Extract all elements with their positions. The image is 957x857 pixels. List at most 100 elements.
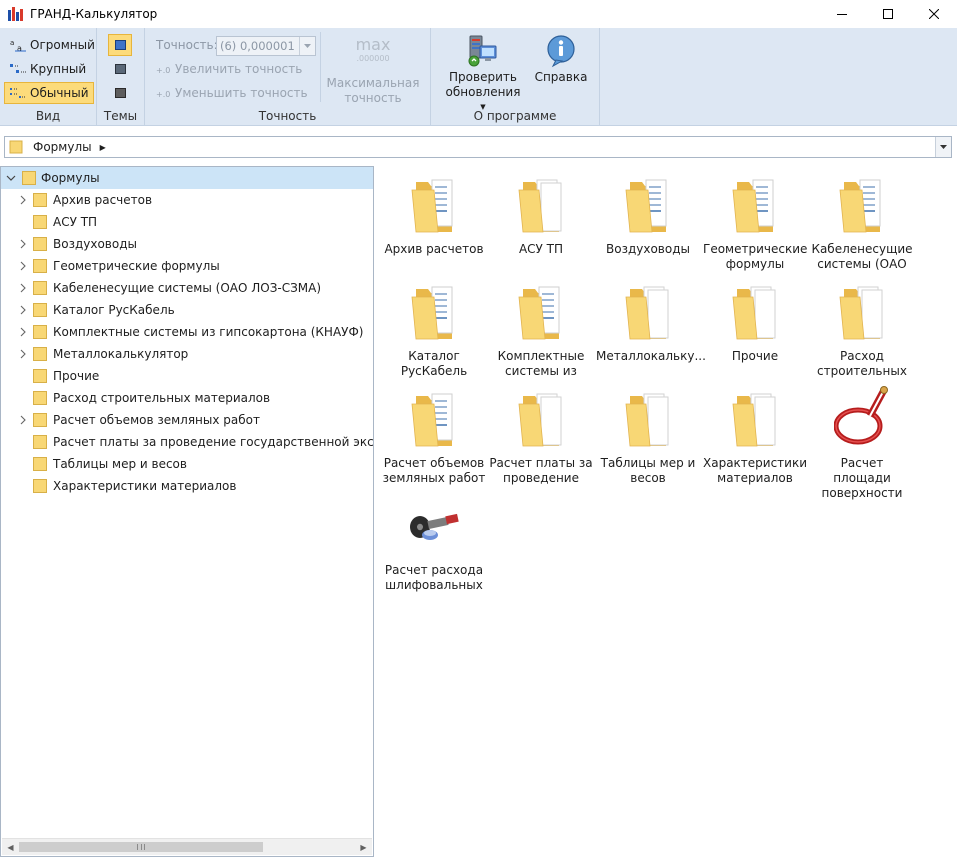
maximize-button[interactable]: [865, 0, 911, 28]
chevron-right-icon[interactable]: [17, 414, 29, 426]
window-title: ГРАНД-Калькулятор: [30, 7, 158, 21]
tree-item[interactable]: Расчет объемов земляных работ: [1, 409, 373, 431]
tree-item-label: Воздуховоды: [53, 237, 137, 251]
chevron-right-icon[interactable]: [17, 260, 29, 272]
grid-item[interactable]: Расход строительных: [810, 279, 914, 383]
address-bar[interactable]: Формулы ▶: [4, 136, 952, 158]
close-button[interactable]: [911, 0, 957, 28]
minimize-button[interactable]: [819, 0, 865, 28]
chevron-right-icon[interactable]: [17, 326, 29, 338]
grid-item-label: Расчет расхода шлифовальных: [382, 563, 486, 593]
tree-expander[interactable]: [17, 194, 29, 206]
grid-item[interactable]: Каталог РусКабель: [382, 279, 486, 383]
tree-expander[interactable]: [17, 348, 29, 360]
theme-1-button[interactable]: [108, 34, 132, 56]
grid-item[interactable]: Кабеленесущие системы (ОАО: [810, 172, 914, 276]
max-precision-button[interactable]: Максимальная точность: [325, 76, 421, 106]
grid-item-label-line1: Комплектные: [497, 349, 585, 363]
grid-item[interactable]: Воздуховоды: [596, 172, 700, 276]
chevron-right-icon[interactable]: [17, 304, 29, 316]
tree-item[interactable]: Расчет платы за проведение государственн…: [1, 431, 373, 453]
theme-3-button[interactable]: [108, 82, 132, 104]
tree-item[interactable]: Расход строительных материалов: [1, 387, 373, 409]
address-path[interactable]: Формулы: [33, 140, 92, 154]
check-updates-button[interactable]: Проверить обновления ▼: [443, 34, 523, 115]
tree-expander[interactable]: [5, 172, 17, 184]
precision-select[interactable]: (6) 0,000001: [216, 36, 316, 56]
grid-item-label: Кабеленесущие системы (ОАО: [810, 242, 914, 272]
view-huge-button[interactable]: a a Огромный: [4, 34, 100, 56]
tree-expander[interactable]: [17, 304, 29, 316]
help-button[interactable]: Справка: [529, 34, 593, 85]
folder-docs-icon: [625, 286, 669, 340]
folder-docs-icon: [518, 179, 562, 233]
grid-item-label-line1: Расчет площади: [833, 456, 891, 485]
folder-docs-icon: [732, 286, 776, 340]
grid-item-label-line1: Геометрические: [703, 242, 808, 256]
decrease-precision-button[interactable]: +.0 Уменьшить точность: [156, 86, 308, 100]
grid-item[interactable]: Расчет площади поверхности: [810, 386, 914, 500]
tree-expander[interactable]: [17, 414, 29, 426]
grid-item-label: Расход строительных: [810, 349, 914, 379]
view-normal-label: Обычный: [30, 86, 89, 100]
tree-item[interactable]: Воздуховоды: [1, 233, 373, 255]
grid-item[interactable]: Геометрические формулы: [703, 172, 807, 276]
tree-item[interactable]: АСУ ТП: [1, 211, 373, 233]
about-group: Проверить обновления ▼ Справка О програм…: [431, 28, 600, 126]
close-icon: [929, 9, 939, 19]
grid-item-label: Расчет объемов земляных работ: [382, 456, 486, 486]
tree-item[interactable]: Металлокалькулятор: [1, 343, 373, 365]
breadcrumb-arrow-icon[interactable]: ▶: [100, 143, 106, 152]
tree-item[interactable]: Комплектные системы из гипсокартона (КНА…: [1, 321, 373, 343]
view-large-button[interactable]: Крупный: [4, 58, 91, 80]
theme-2-button[interactable]: [108, 58, 132, 80]
grid-item[interactable]: Характеристики материалов: [703, 386, 807, 490]
grid-item-label-line1: Расчет платы за: [489, 456, 593, 470]
folder-icon: [33, 457, 47, 471]
grid-item[interactable]: АСУ ТП: [489, 172, 593, 276]
folder-docs-icon: [625, 393, 669, 447]
grid-item[interactable]: Расчет объемов земляных работ: [382, 386, 486, 490]
grid-item[interactable]: Расчет платы за проведение: [489, 386, 593, 490]
decrease-precision-label: Уменьшить точность: [175, 86, 308, 100]
tree-expander[interactable]: [17, 238, 29, 250]
grid-item[interactable]: Расчет расхода шлифовальных: [382, 493, 486, 597]
chevron-right-icon[interactable]: [17, 194, 29, 206]
increase-precision-button[interactable]: +.0 Увеличить точность: [156, 62, 302, 76]
address-dropdown-button[interactable]: [935, 137, 951, 157]
tree-item-root[interactable]: Формулы: [1, 167, 373, 189]
tree-item[interactable]: Архив расчетов: [1, 189, 373, 211]
chevron-right-icon[interactable]: [17, 282, 29, 294]
tree-item[interactable]: Геометрические формулы: [1, 255, 373, 277]
app-calculator-icon: [8, 7, 23, 21]
folder-icon: [9, 140, 23, 154]
tree-expander[interactable]: [17, 326, 29, 338]
chevron-right-icon[interactable]: [17, 238, 29, 250]
tree-item[interactable]: Характеристики материалов: [1, 475, 373, 497]
grid-item[interactable]: Таблицы мер и весов: [596, 386, 700, 490]
scroll-right-icon[interactable]: ▶: [355, 839, 372, 855]
chevron-down-icon[interactable]: [5, 172, 17, 184]
grid-item[interactable]: Прочие: [703, 279, 807, 383]
view-large-label: Крупный: [30, 62, 87, 76]
tree-item[interactable]: Прочие: [1, 365, 373, 387]
grid-item[interactable]: Металлокальку...: [596, 279, 706, 383]
grid-item-label-line1: Архив расчетов: [384, 242, 484, 256]
tree-item[interactable]: Кабеленесущие системы (ОАО ЛОЗ-СЗМА): [1, 277, 373, 299]
tree-item[interactable]: Таблицы мер и весов: [1, 453, 373, 475]
folder-icon: [33, 259, 47, 273]
scroll-thumb[interactable]: [19, 842, 263, 852]
tree-expander[interactable]: [17, 260, 29, 272]
horizontal-scrollbar[interactable]: ◀ ▶: [2, 838, 372, 855]
title-bar: ГРАНД-Калькулятор: [0, 0, 957, 28]
tree-expander[interactable]: [17, 282, 29, 294]
scroll-left-icon[interactable]: ◀: [2, 839, 19, 855]
tree-item[interactable]: Каталог РусКабель: [1, 299, 373, 321]
grid-item[interactable]: Комплектные системы из: [489, 279, 593, 383]
grid-item[interactable]: Архив расчетов: [382, 172, 486, 276]
info-icon: [547, 35, 575, 68]
chevron-right-icon[interactable]: [17, 348, 29, 360]
grid-item-label-line2: формулы: [725, 257, 785, 271]
check-updates-label-2-text: обновления: [445, 85, 521, 99]
view-normal-button[interactable]: Обычный: [4, 82, 94, 104]
